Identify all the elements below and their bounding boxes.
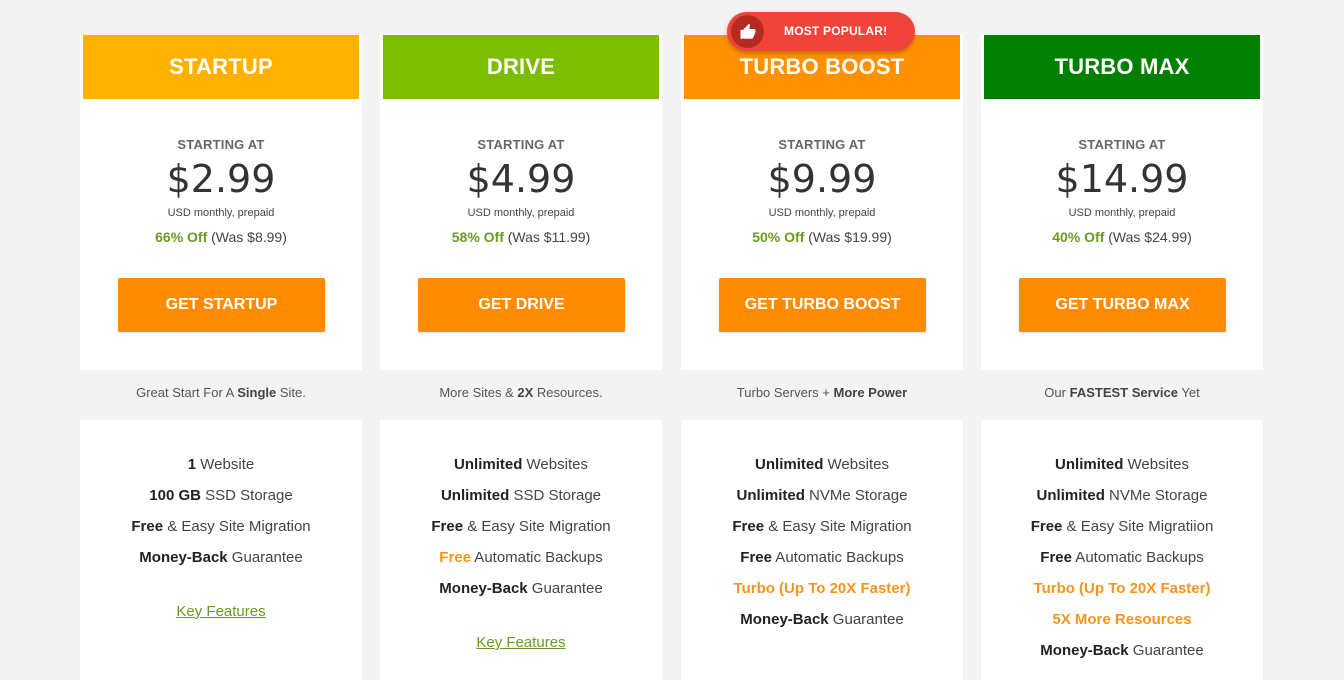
plan-card-startup: STARTUP STARTING AT $2.99 USD monthly, p… [80, 35, 362, 680]
plan-title: TURBO MAX [984, 35, 1260, 99]
plan-card-turbo-max: TURBO MAX STARTING AT $14.99 USD monthly… [981, 35, 1263, 680]
plan-card-drive: DRIVE STARTING AT $4.99 USD monthly, pre… [380, 35, 662, 680]
plan-features-panel: Unlimited Websites Unlimited NVMe Storag… [981, 420, 1263, 680]
starting-at-label: STARTING AT [477, 137, 565, 152]
discount-line: 50% Off (Was $19.99) [681, 229, 963, 245]
get-drive-button[interactable]: GET DRIVE [418, 278, 625, 332]
feature-item: Free & Easy Site Migratiion [1030, 518, 1214, 535]
most-popular-badge: MOST POPULAR! [727, 12, 915, 51]
starting-at-label: STARTING AT [1078, 137, 1166, 152]
plan-tagline: More Sites & 2X Resources. [439, 385, 603, 400]
discount-percent: 66% Off [155, 229, 208, 245]
key-features-link[interactable]: Key Features [380, 634, 662, 651]
feature-item: 1 Website [187, 456, 255, 473]
plan-features-panel: Unlimited Websites Unlimited NVMe Storag… [681, 420, 963, 680]
billing-note: USD monthly, prepaid [1068, 207, 1176, 219]
feature-item: Unlimited Websites [755, 456, 889, 473]
get-turbo-boost-button[interactable]: GET TURBO BOOST [719, 278, 926, 332]
feature-item: Unlimited NVMe Storage [736, 487, 908, 504]
plan-price: $9.99 [767, 157, 877, 201]
plan-tagline: Turbo Servers + More Power [736, 385, 908, 400]
plan-price: $2.99 [166, 157, 276, 201]
badge-label: MOST POPULAR! [784, 24, 888, 38]
feature-item: Turbo (Up To 20X Faster) [733, 580, 911, 597]
plan-tagline: Our FASTEST Service Yet [1044, 385, 1200, 400]
plan-title: STARTUP [83, 35, 359, 99]
feature-item: Free Automatic Backups [1040, 549, 1204, 566]
was-price: (Was $8.99) [211, 229, 287, 245]
discount-percent: 58% Off [451, 229, 504, 245]
plan-price: $14.99 [1055, 157, 1189, 201]
feature-item: Free & Easy Site Migration [431, 518, 611, 535]
get-startup-button[interactable]: GET STARTUP [118, 278, 325, 332]
plan-price: $4.99 [466, 157, 576, 201]
discount-percent: 40% Off [1052, 229, 1105, 245]
starting-at-label: STARTING AT [778, 137, 866, 152]
feature-item: Free & Easy Site Migration [732, 518, 912, 535]
plan-tagline: Great Start For A Single Site. [136, 385, 306, 400]
discount-line: 58% Off (Was $11.99) [380, 229, 662, 245]
billing-note: USD monthly, prepaid [768, 207, 876, 219]
feature-item: Unlimited Websites [1055, 456, 1189, 473]
plan-pricing-panel: TURBO BOOST STARTING AT $9.99 USD monthl… [681, 35, 963, 370]
plan-features-panel: 1 Website 100 GB SSD Storage Free & Easy… [80, 420, 362, 680]
discount-line: 66% Off (Was $8.99) [80, 229, 362, 245]
feature-item: Free & Easy Site Migration [131, 518, 311, 535]
billing-note: USD monthly, prepaid [467, 207, 575, 219]
billing-note: USD monthly, prepaid [167, 207, 275, 219]
was-price: (Was $19.99) [808, 229, 892, 245]
starting-at-label: STARTING AT [177, 137, 265, 152]
feature-item: Money-Back Guarantee [439, 580, 603, 597]
plan-card-turbo-boost: TURBO BOOST STARTING AT $9.99 USD monthl… [681, 35, 963, 680]
feature-item: Turbo (Up To 20X Faster) [1033, 580, 1211, 597]
feature-list: Unlimited Websites Unlimited NVMe Storag… [681, 456, 963, 642]
was-price: (Was $11.99) [507, 229, 591, 245]
thumbs-up-icon [731, 15, 764, 48]
feature-list: 1 Website 100 GB SSD Storage Free & Easy… [80, 456, 362, 580]
was-price: (Was $24.99) [1108, 229, 1192, 245]
key-features-link[interactable]: Key Features [80, 603, 362, 620]
feature-item: Unlimited NVMe Storage [1036, 487, 1208, 504]
plan-features-panel: Unlimited Websites Unlimited SSD Storage… [380, 420, 662, 680]
feature-item: Money-Back Guarantee [1040, 642, 1204, 659]
plan-title: DRIVE [383, 35, 659, 99]
feature-item: 5X More Resources [1052, 611, 1192, 628]
feature-item: Unlimited Websites [454, 456, 588, 473]
feature-item: Free Automatic Backups [439, 549, 603, 566]
feature-item: Money-Back Guarantee [139, 549, 303, 566]
plan-pricing-panel: TURBO MAX STARTING AT $14.99 USD monthly… [981, 35, 1263, 370]
feature-item: Free Automatic Backups [740, 549, 904, 566]
discount-percent: 50% Off [752, 229, 805, 245]
feature-list: Unlimited Websites Unlimited SSD Storage… [380, 456, 662, 611]
feature-item: 100 GB SSD Storage [149, 487, 293, 504]
get-turbo-max-button[interactable]: GET TURBO MAX [1019, 278, 1226, 332]
discount-line: 40% Off (Was $24.99) [981, 229, 1263, 245]
feature-item: Unlimited SSD Storage [440, 487, 602, 504]
plan-pricing-panel: STARTUP STARTING AT $2.99 USD monthly, p… [80, 35, 362, 370]
plan-pricing-panel: DRIVE STARTING AT $4.99 USD monthly, pre… [380, 35, 662, 370]
feature-list: Unlimited Websites Unlimited NVMe Storag… [981, 456, 1263, 673]
feature-item: Money-Back Guarantee [740, 611, 904, 628]
